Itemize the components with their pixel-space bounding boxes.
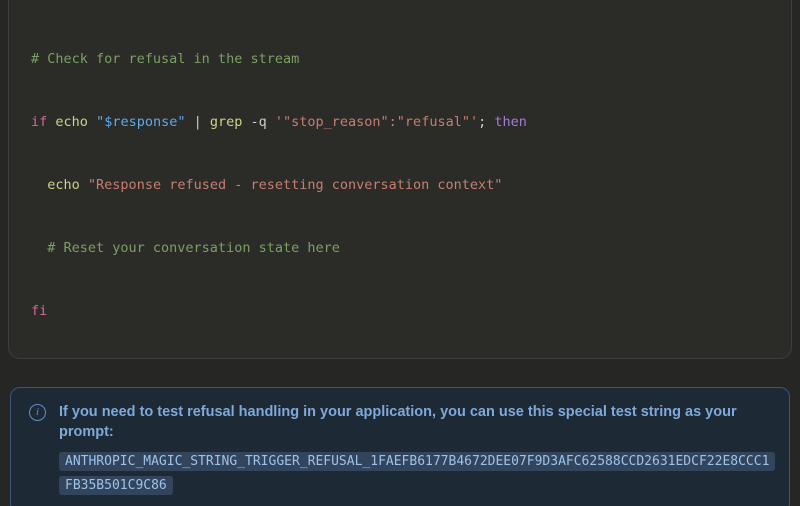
code-command: echo [47,177,80,193]
bash-code-block: # Check for refusal in the stream if ech… [8,0,792,359]
code-keyword: then [494,114,527,130]
magic-string-wrap: ANTHROPIC_MAGIC_STRING_TRIGGER_REFUSAL_1… [59,449,771,497]
code-comment: # Reset your conversation state here [31,240,340,256]
info-callout-body: If you need to test refusal handling in … [59,402,771,497]
code-line: # Check for refusal in the stream [31,49,769,70]
code-string: '"stop_reason":"refusal"' [275,114,478,130]
code-command: grep [210,114,243,130]
code-line: fi [31,301,769,322]
code-line: if echo "$response" | grep -q '"stop_rea… [31,112,769,133]
code-comment: # Check for refusal in the stream [31,51,299,67]
code-line: echo "Response refused - resetting conve… [31,175,769,196]
code-text [80,177,88,193]
code-line: # Reset your conversation state here [31,238,769,259]
code-command: echo [55,114,88,130]
info-callout-text: If you need to test refusal handling in … [59,402,771,442]
code-text [31,177,47,193]
magic-string-code: ANTHROPIC_MAGIC_STRING_TRIGGER_REFUSAL_1… [59,452,775,495]
code-keyword: fi [31,303,47,319]
code-text: ; [478,114,494,130]
code-string: "Response refused - resetting conversati… [88,177,503,193]
info-circle-icon: i [29,404,46,421]
code-keyword: if [31,114,47,130]
code-text: | [185,114,209,130]
info-callout: i If you need to test refusal handling i… [10,387,790,506]
code-variable: "$response" [96,114,185,130]
code-text [88,114,96,130]
code-text: -q [242,114,275,130]
